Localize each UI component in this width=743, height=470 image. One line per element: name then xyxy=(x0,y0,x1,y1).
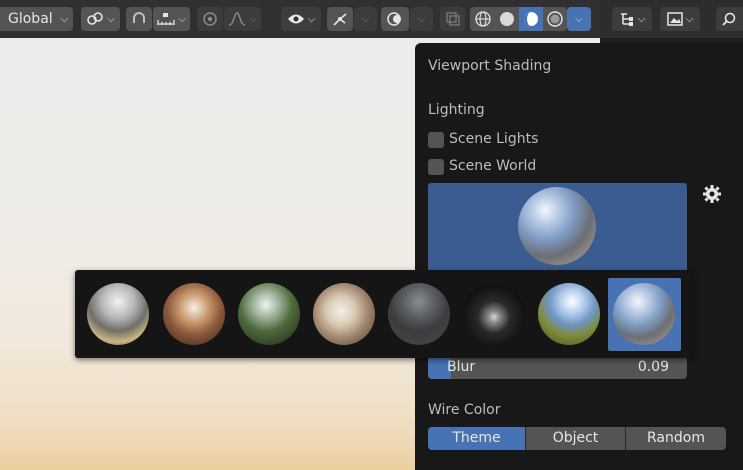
chevron-down-icon: ⌵ xyxy=(178,13,186,25)
search-icon xyxy=(722,12,736,26)
selected-hdri-sphere xyxy=(518,187,596,265)
display-mode-dropdown[interactable]: ⌵ xyxy=(660,7,700,31)
lighting-label: Lighting xyxy=(428,102,485,118)
popover-title: Viewport Shading xyxy=(428,58,552,74)
hdri-interior[interactable] xyxy=(313,283,375,345)
chevron-down-icon: ⌵ xyxy=(107,13,115,25)
wireframe-shading-icon xyxy=(474,11,491,27)
shading-options-dropdown[interactable]: ⌵ xyxy=(567,7,591,31)
hdri-night[interactable] xyxy=(388,283,450,345)
link-icon xyxy=(87,12,104,25)
overlay-icon xyxy=(387,12,401,26)
falloff-icon xyxy=(229,12,246,26)
wireframe-shading-button[interactable] xyxy=(470,7,495,31)
object-visibility-dropdown[interactable]: ⌵ xyxy=(281,7,321,31)
outliner-filter-icon xyxy=(620,13,633,26)
hdri-preview-button[interactable] xyxy=(428,183,687,278)
chevron-down-icon: ⌵ xyxy=(249,13,257,25)
wire-color-label: Wire Color xyxy=(428,402,501,418)
material-preview-button[interactable] xyxy=(519,7,543,31)
blur-value: 0.09 xyxy=(637,359,669,375)
snap-toggle[interactable] xyxy=(126,7,152,31)
blur-label: Blur xyxy=(447,359,476,375)
rendered-shading-icon xyxy=(547,11,563,27)
viewport-header: Global ⌵ ⌵ ⌵ ⌵ ⌵ ⌵ ⌵ ⌵ xyxy=(0,0,600,38)
chevron-down-icon: ⌵ xyxy=(60,13,69,25)
scene-lights-label[interactable]: Scene Lights xyxy=(449,131,538,147)
rendered-shading-button[interactable] xyxy=(543,7,567,31)
chevron-down-icon: ⌵ xyxy=(361,13,370,25)
gizmo-icon xyxy=(333,13,347,26)
scene-lights-checkbox[interactable] xyxy=(428,132,444,148)
chevron-down-icon: ⌵ xyxy=(637,13,646,25)
orientation-label: Global xyxy=(8,11,53,27)
transform-orientation-dropdown[interactable]: Global ⌵ xyxy=(0,7,73,31)
solid-shading-icon xyxy=(500,12,514,26)
right-panel-header: ⌵ ⌵ xyxy=(600,0,743,38)
xray-toggle[interactable] xyxy=(440,7,465,31)
search-button[interactable] xyxy=(716,7,743,31)
hdri-courtyard[interactable] xyxy=(163,283,225,345)
gizmo-dropdown[interactable]: ⌵ xyxy=(354,7,377,31)
material-preview-icon xyxy=(524,12,538,26)
solid-shading-button[interactable] xyxy=(495,7,519,31)
wire-color-object[interactable]: Object xyxy=(526,427,626,450)
pivot-point-dropdown[interactable]: ⌵ xyxy=(81,7,120,31)
proportional-edit-toggle[interactable] xyxy=(197,7,223,31)
increment-icon xyxy=(157,13,175,25)
outliner-filter-dropdown[interactable]: ⌵ xyxy=(612,7,652,31)
hdri-sunset[interactable] xyxy=(613,283,675,345)
chevron-down-icon: ⌵ xyxy=(417,13,426,25)
wire-color-theme[interactable]: Theme xyxy=(428,427,526,450)
scene-world-checkbox[interactable] xyxy=(428,159,444,175)
hdri-studio[interactable] xyxy=(463,283,525,345)
wire-color-random[interactable]: Random xyxy=(626,427,726,450)
blur-slider[interactable]: Blur 0.09 xyxy=(428,355,687,379)
gizmo-toggle[interactable] xyxy=(327,7,353,31)
overlays-dropdown[interactable]: ⌵ xyxy=(410,7,433,31)
hdri-forest[interactable] xyxy=(238,283,300,345)
overlays-toggle[interactable] xyxy=(381,7,409,31)
chevron-down-icon: ⌵ xyxy=(685,13,694,25)
wire-color-selector: Theme Object Random xyxy=(428,427,726,450)
snap-icon xyxy=(133,12,145,23)
shading-options-icon: ⌵ xyxy=(575,13,583,25)
visibility-icon xyxy=(287,14,304,24)
xray-icon xyxy=(445,12,460,26)
gear-icon[interactable] xyxy=(701,183,723,205)
proportional-icon xyxy=(203,12,217,26)
chevron-down-icon: ⌵ xyxy=(307,13,316,25)
snap-target-dropdown[interactable]: ⌵ xyxy=(153,7,190,31)
scene-world-label[interactable]: Scene World xyxy=(449,158,536,174)
proportional-falloff-dropdown[interactable]: ⌵ xyxy=(224,7,261,31)
hdri-picker xyxy=(75,270,692,358)
hdri-sunrise[interactable] xyxy=(538,283,600,345)
image-icon xyxy=(666,12,683,26)
hdri-city[interactable] xyxy=(87,283,149,345)
